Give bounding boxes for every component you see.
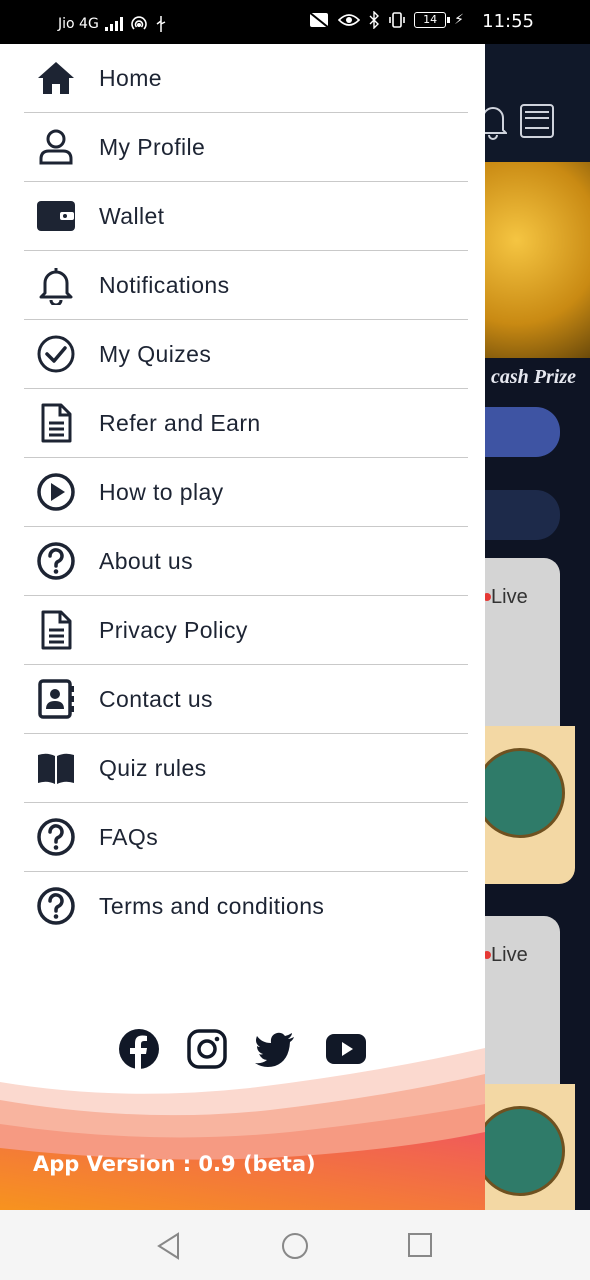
user-icon <box>39 129 73 165</box>
bell-icon[interactable] <box>485 102 507 140</box>
battery-icon: 14 <box>414 12 451 28</box>
quiz-card[interactable]: Live <box>485 558 575 884</box>
menu-item-wallet[interactable]: Wallet <box>24 182 468 251</box>
question-circle-icon <box>37 542 75 580</box>
menu-item-label: Privacy Policy <box>99 617 248 643</box>
wallet-icon <box>37 201 75 231</box>
youtube-icon[interactable] <box>322 1028 370 1070</box>
menu-item-faqs[interactable]: FAQs <box>24 803 468 872</box>
status-bar: Jio 4G 14 ⚡ 11:55 <box>0 0 590 44</box>
live-badge: Live <box>485 586 528 608</box>
menu-item-label: Wallet <box>99 203 165 229</box>
back-icon[interactable] <box>156 1232 182 1260</box>
facebook-icon[interactable] <box>118 1028 160 1070</box>
charging-icon: ⚡ <box>454 12 464 28</box>
menu-item-label: Notifications <box>99 272 230 298</box>
vibrate-icon <box>389 12 405 28</box>
question-circle-icon <box>37 818 75 856</box>
menu-item-quiz-rules[interactable]: Quiz rules <box>24 734 468 803</box>
system-nav-bar <box>0 1210 590 1280</box>
address-book-icon <box>38 679 74 719</box>
menu-item-how-to-play[interactable]: How to play <box>24 458 468 527</box>
bluetooth-icon <box>369 11 380 29</box>
usb-icon <box>156 16 166 32</box>
menu-item-home[interactable]: Home <box>24 44 468 113</box>
clock: 11:55 <box>482 11 534 32</box>
home-icon <box>38 62 74 94</box>
prize-banner <box>485 162 590 358</box>
menu-item-label: FAQs <box>99 824 159 850</box>
twitter-icon[interactable] <box>254 1028 296 1070</box>
recents-icon[interactable] <box>407 1232 433 1258</box>
menu-item-my-quizes[interactable]: My Quizes <box>24 320 468 389</box>
menu-item-label: Home <box>99 65 162 91</box>
menu-item-label: How to play <box>99 479 224 505</box>
check-circle-icon <box>37 335 75 373</box>
primary-button[interactable] <box>485 407 560 457</box>
live-badge: Live <box>485 944 528 966</box>
menu-item-privacy-policy[interactable]: Privacy Policy <box>24 596 468 665</box>
menu-item-label: Contact us <box>99 686 213 712</box>
menu-item-label: Terms and conditions <box>99 893 325 919</box>
bell-icon <box>39 268 73 305</box>
eye-icon <box>338 14 361 26</box>
banner-caption: cash Prize <box>491 366 576 388</box>
menu-item-label: Refer and Earn <box>99 410 261 436</box>
menu-item-label: My Profile <box>99 134 206 160</box>
wallet-icon[interactable] <box>519 102 555 140</box>
secondary-button[interactable] <box>485 490 560 540</box>
social-links <box>118 1028 370 1070</box>
quiz-card[interactable]: Live <box>485 916 575 1210</box>
menu-item-label: My Quizes <box>99 341 212 367</box>
background-app: cash Prize Live Live <box>485 44 590 1210</box>
menu-item-terms-and-conditions[interactable]: Terms and conditions <box>24 872 468 928</box>
book-icon <box>38 753 74 784</box>
menu-item-refer-and-earn[interactable]: Refer and Earn <box>24 389 468 458</box>
no-image-icon <box>308 11 330 29</box>
document-icon <box>41 403 72 443</box>
home-button-icon[interactable] <box>281 1232 309 1260</box>
hotspot-icon <box>131 16 147 30</box>
menu-item-label: About us <box>99 548 193 574</box>
question-circle-icon <box>37 887 75 925</box>
navigation-drawer: Home My Profile Wallet Notifications My … <box>0 44 485 1210</box>
menu-item-notifications[interactable]: Notifications <box>24 251 468 320</box>
play-circle-icon <box>37 473 75 511</box>
app-version: App Version : 0.9 (beta) <box>33 1152 316 1176</box>
signal-icon <box>104 17 123 31</box>
menu-item-about-us[interactable]: About us <box>24 527 468 596</box>
menu-item-my-profile[interactable]: My Profile <box>24 113 468 182</box>
menu-item-contact-us[interactable]: Contact us <box>24 665 468 734</box>
menu-item-label: Quiz rules <box>99 755 207 781</box>
drawer-menu: Home My Profile Wallet Notifications My … <box>24 44 468 928</box>
carrier-label: Jio 4G <box>58 16 99 32</box>
instagram-icon[interactable] <box>186 1028 228 1070</box>
document-icon <box>41 610 72 650</box>
app-header <box>485 44 590 162</box>
